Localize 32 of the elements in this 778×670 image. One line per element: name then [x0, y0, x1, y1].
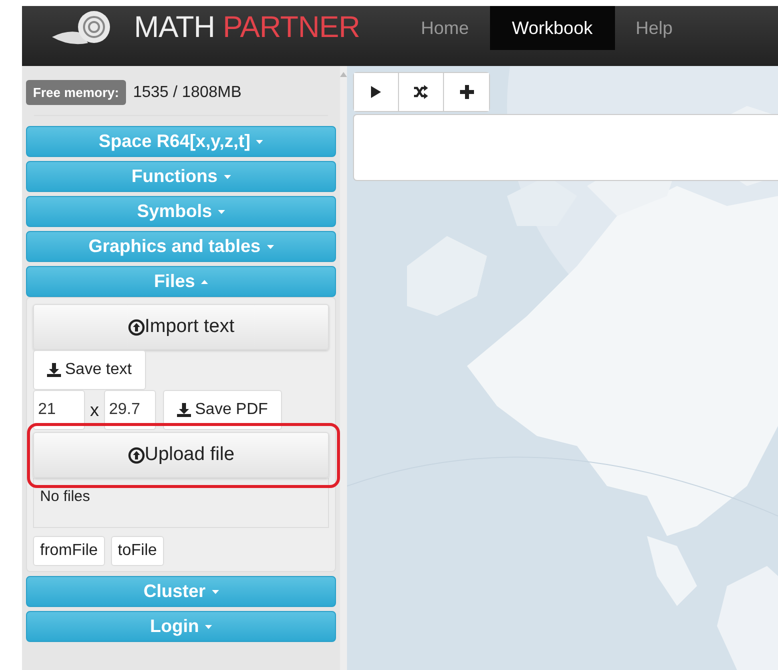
- download-icon: [177, 403, 191, 417]
- height-field[interactable]: 29.7: [104, 390, 156, 430]
- file-list-text: No files: [40, 488, 90, 505]
- nav-link[interactable]: Help: [614, 6, 694, 50]
- nav-link[interactable]: Home: [400, 6, 490, 50]
- size-separator: x: [89, 400, 100, 420]
- memory-value: 1535 / 1808MB: [132, 84, 242, 102]
- memory-badge: Free memory:: [26, 80, 126, 105]
- file-button[interactable]: fromFile: [33, 536, 105, 566]
- caret-down-icon: [218, 210, 226, 214]
- upload-icon: [128, 446, 145, 464]
- upload-file-button[interactable]: Upload file: [33, 432, 329, 478]
- caret-down-icon: [224, 174, 230, 178]
- file-button[interactable]: toFile: [110, 536, 164, 566]
- brand-title: MATH: [134, 11, 215, 45]
- caret-down-icon: [256, 140, 264, 144]
- width-field[interactable]: 21: [33, 390, 85, 430]
- caret-down-icon: [266, 244, 274, 248]
- upload-icon: [128, 318, 145, 336]
- play-button[interactable]: [354, 73, 399, 111]
- nav-link[interactable]: Workbook: [490, 6, 615, 50]
- caret-down-icon: [212, 590, 218, 594]
- editor-field[interactable]: [353, 114, 778, 181]
- caret-up-icon: [201, 280, 208, 284]
- save-pdf-button[interactable]: Save PDF: [163, 390, 282, 430]
- import-text-button[interactable]: Import text: [33, 304, 329, 350]
- brand-title-accent: PARTNER: [222, 11, 360, 45]
- plus-icon: [458, 84, 474, 100]
- save-text-button[interactable]: Save text: [33, 350, 146, 390]
- download-icon: [47, 363, 61, 377]
- shuffle-icon: [413, 84, 429, 100]
- caret-down-icon: [204, 624, 212, 628]
